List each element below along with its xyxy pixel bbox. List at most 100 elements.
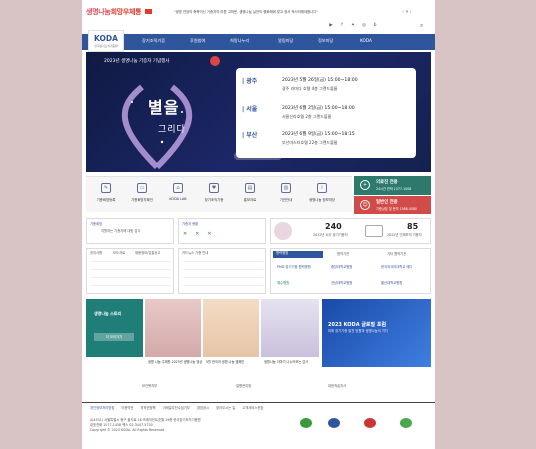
instagram-icon[interactable]: ◎	[361, 23, 367, 29]
store-more-button[interactable]: 더 보러가기	[94, 333, 134, 341]
partner-logo[interactable]: 울산대학교병원	[381, 281, 402, 285]
story-image[interactable]	[145, 299, 201, 357]
event-venue: 부산마스터호텔 22층 그랜드볼룸	[282, 140, 338, 145]
event-city: | 서울	[242, 106, 258, 113]
story-image[interactable]	[203, 299, 259, 357]
story-card[interactable]: 생명나눔 스토리 더 보러가기	[86, 299, 143, 357]
partner-link[interactable]: 대한적십자사	[328, 384, 346, 388]
event-city: | 광주	[242, 78, 258, 85]
stats-panel: 240 2022년 뇌사 장기기증자 85 2022년 인체조직 기증자	[270, 218, 431, 244]
donor-status-panel[interactable]: 기증자 현황 ✕ ✕ ✕	[178, 218, 266, 244]
info-icon: i	[317, 183, 327, 193]
cardnews-panel: 카드뉴스 기증 안내	[178, 248, 266, 294]
hero-banner[interactable]: 2023년 생명나눔 기증자 기념행사 별을 그리다 | 광주 2023년 5월…	[86, 52, 431, 172]
footer-link[interactable]: 경영공시	[197, 406, 209, 410]
logo-prefix: 생명나눔	[86, 8, 111, 16]
divider	[183, 261, 263, 262]
footer-link[interactable]: 고객서비스헌장	[242, 406, 263, 410]
public-contact-button[interactable]: ☺ 일반인 전용 기증상담 및 문의 1588-0080	[354, 196, 431, 214]
divider	[91, 277, 171, 278]
hope-panel[interactable]: 기증희망 지원하는 기증자에 대한 감사	[86, 218, 174, 244]
search-icon[interactable]: ⌕	[420, 22, 423, 30]
divider	[91, 285, 171, 286]
event-city: | 부산	[242, 132, 258, 139]
footer-copyright: Copyright © 2023 KODA. All Rights Reserv…	[90, 428, 166, 432]
divider	[183, 277, 263, 278]
story-caption[interactable]: 생명 나눔 주제를 2023년 생명나눔 영상	[148, 359, 202, 364]
certification-icon	[400, 418, 412, 428]
event-row: | 광주 2023년 5월 26일(금) 15:00~18:00 광주 라마다 …	[242, 76, 410, 102]
partner-logo[interactable]: 한국외국어대학교 메디	[381, 265, 412, 269]
medical-contact-button[interactable]: + 의료진 전용 24시간 연락 1577-1008	[354, 176, 431, 195]
news-ticker[interactable]: "생명 연장의 축복이신 기증자의 마쁜 고마운, 생명나눔 실천의 평화해에 …	[174, 10, 396, 14]
quick-link[interactable]: ✎ 기증희망등록	[92, 183, 120, 202]
doctor-icon: +	[360, 180, 370, 190]
ticker-controls[interactable]: ‹ ⏸ ›	[402, 9, 412, 15]
main-nav	[82, 34, 435, 50]
partner-logo[interactable]: 예수병원	[277, 281, 289, 285]
tab-recruit[interactable]: 채용정보/입찰공고	[135, 251, 160, 255]
tab-hospitals[interactable]: 협력병원	[273, 251, 323, 258]
quick-link[interactable]: ▥ 기관안내	[272, 183, 300, 202]
quick-link[interactable]: ⌂ KODA LAB	[164, 183, 192, 201]
quick-link[interactable]: ▤ 홍보자료	[236, 183, 264, 202]
stat-value: 240	[325, 222, 342, 231]
tab-agencies[interactable]: 협약기관	[337, 252, 349, 256]
event-date: 2023년 6월 9일(금) 15:00~18:15	[282, 132, 355, 137]
event-date: 2023년 6월 2일(금) 15:00~18:00	[282, 106, 355, 111]
notice-panel: 공지사항 보도자료 채용정보/입찰공고	[86, 248, 174, 294]
nav-item-hope[interactable]: 희망나누리	[230, 38, 249, 44]
brand-name: KODA	[94, 34, 118, 43]
nav-item-koda[interactable]: KODA	[360, 38, 372, 43]
footer-link[interactable]: 찾아오시는 길	[216, 406, 235, 410]
forum-banner[interactable]: 2023 KODA 글로벌 포럼 미래 장기기증 발전 방향과 생명나눔의 가치	[322, 299, 431, 367]
blog-icon[interactable]: b	[372, 23, 378, 29]
brand-logo[interactable]: KODA 한국장기조직기증원	[88, 30, 124, 52]
partner-logo[interactable]: PMD 장기기증 협력병원	[277, 265, 311, 269]
nav-item-donation[interactable]: 장기조직기증	[142, 38, 165, 44]
tab-press[interactable]: 보도자료	[113, 251, 125, 255]
sponsor-logo-icon	[210, 56, 220, 66]
partner-link[interactable]: 질병관리청	[236, 384, 251, 388]
campaign-logo[interactable]: 생명나눔희망우체통	[86, 7, 153, 17]
tab-cardnews[interactable]: 카드뉴스 기증 안내	[182, 251, 208, 255]
footer-link[interactable]: 이용약관	[121, 406, 133, 410]
footer-link[interactable]: 개인정보처리방침	[90, 406, 114, 410]
footer-links: 개인정보처리방침 이용약관 저작권정책 이메일무단수집거부 경영공시 찾아오시는…	[90, 406, 264, 410]
footer-link[interactable]: 저작권정책	[140, 406, 155, 410]
stat-label: 2022년 뇌사 장기기증자	[313, 233, 348, 237]
nav-item-support[interactable]: 후원참여	[190, 38, 205, 44]
top-bar: 생명나눔희망우체통 "생명 연장의 축복이신 기증자의 마쁜 고마운, 생명나눔…	[82, 0, 435, 30]
event-date: 2023년 5월 26일(금) 15:00~18:00	[282, 78, 358, 83]
quick-link[interactable]: ♥ 장기조직기증	[200, 183, 228, 202]
certification-icon	[328, 418, 340, 428]
partner-logo[interactable]: 중앙대학교병원	[331, 265, 352, 269]
nav-item-notice[interactable]: 알림마당	[278, 38, 293, 44]
logo-suffix: 희망우체통	[110, 8, 142, 16]
stat-value: 85	[407, 222, 419, 231]
youtube-icon[interactable]: ▶	[328, 23, 334, 29]
quick-links: ✎ 기증희망등록 ▭ 기증희망자확인 ⌂ KODA LAB ♥ 장기조직기증 ▤ 홍보자료…	[86, 176, 352, 212]
event-venue: 서울신라호텔 2층 그랜드볼룸	[282, 114, 332, 119]
footer-link[interactable]: 이메일무단수집거부	[163, 406, 190, 410]
story-image[interactable]	[261, 299, 319, 357]
hero-headline-2: 그리다	[158, 125, 186, 135]
tab-others[interactable]: 기타 협력기관	[387, 252, 406, 256]
partner-logo[interactable]: 전남대학교병원	[331, 281, 352, 285]
facebook-icon[interactable]: f	[339, 23, 345, 29]
partner-link[interactable]: 보건복지부	[142, 384, 157, 388]
quick-link[interactable]: i 생명나눔 정보마당	[308, 183, 336, 202]
nav-item-info[interactable]: 정보마당	[318, 38, 333, 44]
building-icon: ▥	[281, 183, 291, 193]
certification-icon	[364, 418, 376, 428]
brand-subtitle: 한국장기조직기증원	[94, 44, 118, 48]
story-caption[interactable]: 생명나눔 이야기 나누어보는 감사	[264, 359, 308, 364]
event-venue: 광주 라마다 호텔 4층 그랜드볼룸	[282, 86, 338, 91]
footer-address: (04551) 서울특별시 중구 을지로 16 프레지던트호텔 19층 한국장기…	[90, 418, 201, 422]
carousel-indicator[interactable]	[234, 152, 282, 160]
twitter-icon[interactable]: ✦	[350, 23, 356, 29]
story-caption[interactable]: 5월 한국과 생명 나눔 캠페인	[206, 359, 244, 364]
quick-link[interactable]: ▭ 기증희망자확인	[128, 183, 156, 202]
mailbox-icon	[145, 9, 153, 14]
tab-notice[interactable]: 공지사항	[90, 251, 102, 255]
